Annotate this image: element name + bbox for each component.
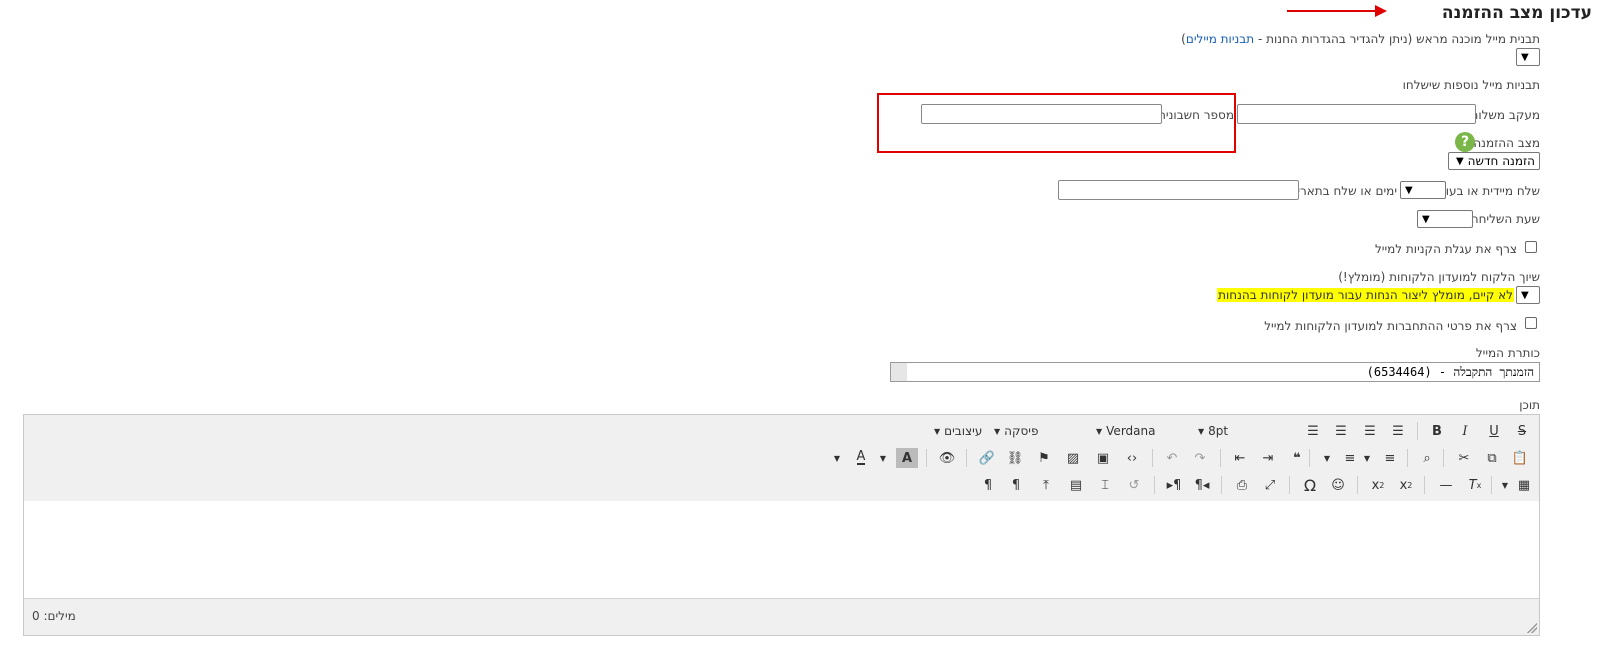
preview-icon[interactable]: 👁 bbox=[936, 448, 958, 468]
source-code-icon[interactable]: ‹› bbox=[1121, 448, 1143, 468]
content-label: תוכן bbox=[1519, 398, 1540, 412]
ltr-direction-icon[interactable]: ▸¶ bbox=[1163, 475, 1185, 495]
additional-templates-label: תבניות מייל נוספות שישלחו bbox=[1402, 78, 1540, 92]
copy-icon[interactable]: ⧉ bbox=[1481, 448, 1503, 468]
resize-grip-icon[interactable] bbox=[891, 363, 907, 381]
attach-club-label: צרף את פרטי ההתחברות למועדון הלקוחות למי… bbox=[1264, 319, 1517, 333]
outdent-icon[interactable]: ⇤ bbox=[1229, 448, 1251, 468]
emoticons-icon[interactable]: ☺ bbox=[1327, 475, 1349, 495]
bullet-list-dropdown-icon[interactable]: ▼ bbox=[1321, 448, 1333, 468]
align-right-icon[interactable]: ☰ bbox=[1359, 421, 1381, 441]
fullscreen-icon[interactable]: ⤢ bbox=[1259, 475, 1281, 495]
numbered-list-icon[interactable]: ≡ bbox=[1379, 448, 1401, 468]
subject-input[interactable]: הזמנתך התקבלה - (6534464) bbox=[890, 362, 1540, 382]
background-color-dropdown-icon[interactable]: ▼ bbox=[876, 448, 890, 468]
remove-format-icon[interactable]: Tx bbox=[1464, 475, 1486, 495]
rich-text-editor: S U I B ☰ ☰ ☰ ☰ ▼ 8pt ▼ Verdana ▼ פיסקה ▼ עי… bbox=[23, 414, 1540, 636]
club-value: לא קיים, מומלץ ליצור הנחות עבור מועדון ל… bbox=[1217, 288, 1514, 302]
special-char-icon[interactable]: Ω bbox=[1299, 475, 1321, 495]
table-icon[interactable]: ▦ bbox=[1513, 475, 1535, 495]
subscript-icon[interactable]: x2 bbox=[1367, 475, 1389, 495]
align-justify-icon[interactable]: ☰ bbox=[1387, 421, 1409, 441]
send-date-input[interactable] bbox=[1058, 180, 1299, 200]
highlight-box bbox=[877, 93, 1236, 153]
numbered-list-dropdown-icon[interactable]: ▼ bbox=[1361, 448, 1373, 468]
chevron-down-icon: ▼ bbox=[1521, 51, 1529, 63]
image-icon[interactable]: ▨ bbox=[1062, 448, 1084, 468]
help-icon[interactable]: ? bbox=[1455, 132, 1475, 152]
club-label: שיוך הלקוח למועדון הלקוחות (מומלץ!) bbox=[1338, 270, 1540, 284]
find-icon[interactable]: ⌕ bbox=[1416, 448, 1438, 468]
bookmark-icon[interactable]: ⚑ bbox=[1033, 448, 1055, 468]
align-center-icon[interactable]: ☰ bbox=[1330, 421, 1352, 441]
table-dropdown-icon[interactable]: ▼ bbox=[1499, 475, 1511, 495]
show-blocks-icon[interactable]: ¶ bbox=[1005, 475, 1027, 495]
print-icon[interactable]: ⎙ bbox=[1231, 475, 1253, 495]
font-size-combo[interactable]: ▼ 8pt bbox=[1194, 421, 1228, 441]
tracking-input[interactable] bbox=[1237, 104, 1476, 124]
preset-template-label: תבנית מייל מוכנה מראש (ניתן להגדיר בהגדר… bbox=[1181, 32, 1540, 46]
red-arrow-line bbox=[1287, 10, 1377, 12]
undo-icon[interactable]: ↶ bbox=[1161, 448, 1183, 468]
chevron-down-icon: ▼ bbox=[1455, 155, 1464, 167]
preset-template-select[interactable]: ▼ bbox=[1516, 48, 1540, 66]
chevron-down-icon: ▼ bbox=[1405, 184, 1413, 196]
horizontal-rule-icon[interactable]: — bbox=[1435, 475, 1457, 495]
tracking-label: מעקב משלוח bbox=[1470, 108, 1540, 122]
order-status-select[interactable]: הזמנה חדשה ▼ bbox=[1448, 152, 1540, 170]
media-icon[interactable]: ▣ bbox=[1092, 448, 1114, 468]
superscript-icon[interactable]: x2 bbox=[1395, 475, 1417, 495]
template-icon[interactable]: ▤ bbox=[1065, 475, 1087, 495]
blockquote-icon[interactable]: ❝ bbox=[1286, 448, 1308, 468]
attach-cart-label: צרף את עגלת הקניות למייל bbox=[1374, 242, 1517, 256]
page-break-icon[interactable]: ⌶ bbox=[1094, 475, 1116, 495]
redo-icon[interactable]: ↷ bbox=[1189, 448, 1211, 468]
link-icon[interactable]: 🔗 bbox=[976, 448, 998, 468]
font-family-combo[interactable]: ▼ Verdana bbox=[1092, 421, 1155, 441]
bullet-list-icon[interactable]: ≡ bbox=[1339, 448, 1361, 468]
editor-statusbar: מילים: 0 bbox=[24, 598, 1539, 635]
bold-icon[interactable]: B bbox=[1426, 421, 1448, 441]
send-immediately-label: שלח מיידית או בעוד bbox=[1439, 184, 1540, 198]
styles-combo[interactable]: ▼ עיצובים bbox=[930, 421, 982, 441]
align-left-icon[interactable]: ☰ bbox=[1302, 421, 1324, 441]
chevron-down-icon: ▼ bbox=[1521, 289, 1529, 301]
word-count: מילים: 0 bbox=[32, 609, 76, 623]
attach-cart-checkbox[interactable] bbox=[1525, 241, 1537, 253]
order-status-label: מצב ההזמנה bbox=[1473, 136, 1540, 150]
red-arrow-head-icon bbox=[1375, 5, 1387, 17]
text-color-dropdown-icon[interactable]: ▼ bbox=[830, 448, 844, 468]
paragraph-combo[interactable]: ▼ פיסקה bbox=[990, 421, 1038, 441]
underline-icon[interactable]: U bbox=[1483, 421, 1505, 441]
send-days-select[interactable]: ▼ bbox=[1400, 181, 1446, 199]
text-color-icon[interactable]: A bbox=[850, 448, 872, 468]
send-date-label: ימים או שלח בתאריך bbox=[1290, 184, 1397, 198]
unlink-icon[interactable]: ⛓ bbox=[1004, 448, 1026, 468]
email-templates-link[interactable]: תבניות מיילים bbox=[1186, 32, 1254, 46]
cut-icon[interactable]: ✂ bbox=[1453, 448, 1475, 468]
insert-upload-icon[interactable]: ⤒ bbox=[1035, 475, 1057, 495]
italic-icon[interactable]: I bbox=[1454, 421, 1476, 441]
editor-content-area[interactable] bbox=[24, 501, 1539, 599]
club-select[interactable]: ▼ bbox=[1516, 286, 1540, 304]
subject-label: כותרת המייל bbox=[1475, 346, 1540, 360]
indent-icon[interactable]: ⇥ bbox=[1257, 448, 1279, 468]
paste-icon[interactable]: 📋 bbox=[1509, 448, 1531, 468]
strikethrough-icon[interactable]: S bbox=[1511, 421, 1533, 441]
rtl-direction-icon[interactable]: ¶◂ bbox=[1191, 475, 1213, 495]
send-time-select[interactable]: ▼ bbox=[1417, 210, 1473, 228]
editor-resize-icon[interactable] bbox=[1527, 623, 1537, 633]
background-color-icon[interactable]: A bbox=[896, 448, 918, 468]
attach-club-checkbox[interactable] bbox=[1525, 317, 1537, 329]
chevron-down-icon: ▼ bbox=[1422, 213, 1430, 225]
restore-draft-icon[interactable]: ↺ bbox=[1123, 475, 1145, 495]
editor-toolbar: S U I B ☰ ☰ ☰ ☰ ▼ 8pt ▼ Verdana ▼ פיסקה ▼ עי… bbox=[24, 415, 1539, 502]
nonbreaking-icon[interactable]: ¶ bbox=[977, 475, 999, 495]
send-time-label: שעת השליחה bbox=[1470, 212, 1540, 226]
page-title: עדכון מצב ההזמנה bbox=[1441, 3, 1592, 23]
